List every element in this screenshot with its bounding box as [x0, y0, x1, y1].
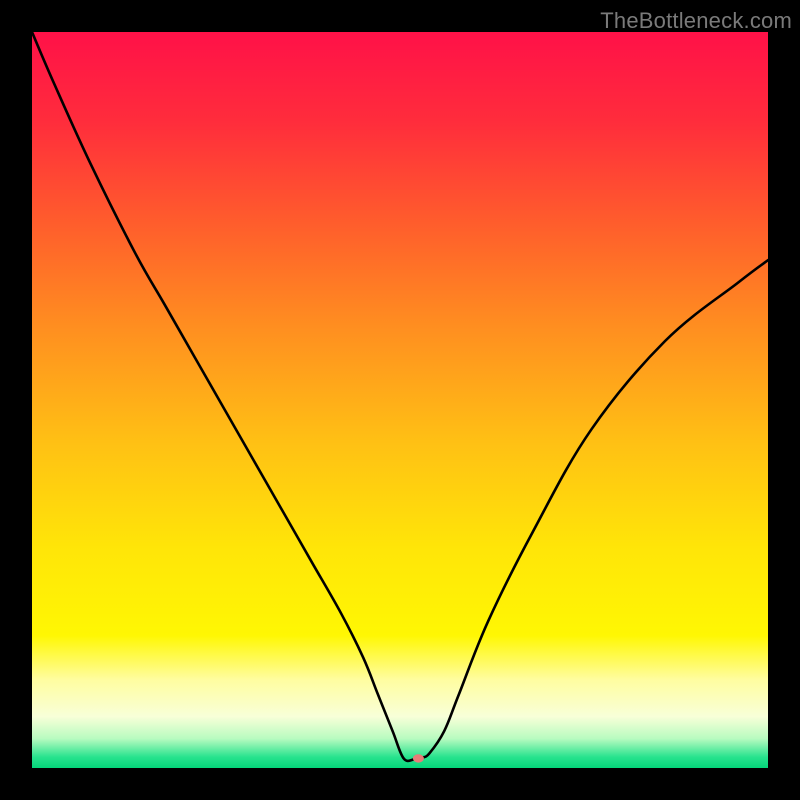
- chart-svg: [32, 32, 768, 768]
- minimum-marker: [413, 754, 424, 762]
- chart-frame: TheBottleneck.com: [0, 0, 800, 800]
- plot-area: [32, 32, 768, 768]
- watermark-text: TheBottleneck.com: [600, 8, 792, 34]
- chart-background: [32, 32, 768, 768]
